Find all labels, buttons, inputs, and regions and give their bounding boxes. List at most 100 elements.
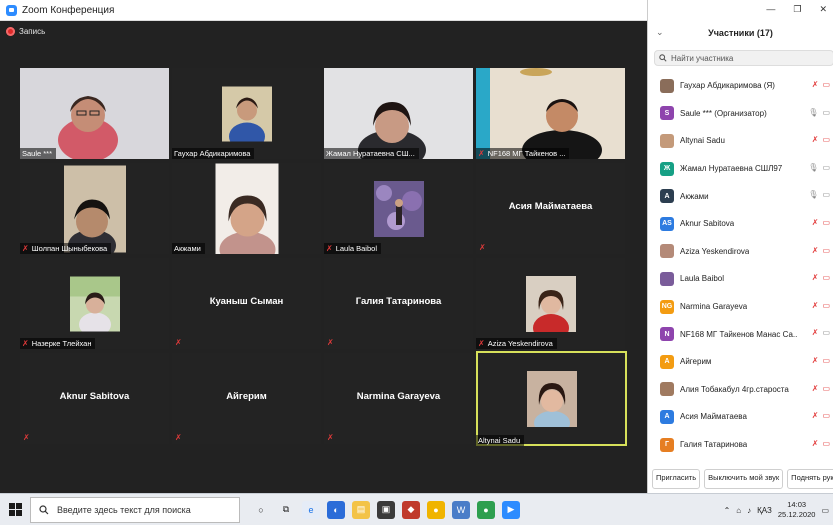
participant-row[interactable]: Г Галия Татаринова ✗ ▭ bbox=[648, 431, 833, 459]
video-off-icon[interactable]: ▭ bbox=[822, 411, 830, 420]
mic-muted-icon[interactable]: ✗ bbox=[812, 411, 819, 420]
close-icon[interactable]: ✕ bbox=[819, 4, 827, 15]
start-button[interactable] bbox=[0, 494, 30, 525]
maximize-icon[interactable]: ❐ bbox=[793, 4, 801, 15]
participant-row[interactable]: Гаухар Абдикаримова (Я) ✗ ▭ bbox=[648, 72, 833, 100]
mic-muted-icon[interactable]: ✗ bbox=[812, 273, 819, 282]
video-tile[interactable]: ✗ Aziza Yeskendirova bbox=[476, 258, 625, 349]
mic-muted-icon[interactable]: ✗ bbox=[812, 439, 819, 448]
raise-hand-button[interactable]: Поднять руку bbox=[787, 469, 833, 489]
mic-icon[interactable]: 🎙 bbox=[808, 108, 818, 117]
store-icon[interactable]: ▣ bbox=[377, 500, 395, 519]
video-tile[interactable]: ✗ Laula Baibol bbox=[324, 163, 473, 254]
video-off-icon[interactable]: ▭ bbox=[822, 218, 830, 227]
video-tile[interactable]: Жамал Нуратаевна СШ... bbox=[324, 68, 473, 159]
video-tile[interactable]: Айгерим ✗ bbox=[172, 353, 321, 444]
video-off-icon[interactable]: ▭ bbox=[822, 246, 830, 255]
video-gallery: Запись Saule *** Гаухар Абдикаримова Жам… bbox=[0, 21, 647, 493]
network-icon[interactable]: ⌂ bbox=[736, 506, 741, 515]
participant-avatar: A bbox=[660, 409, 674, 424]
participant-row[interactable]: A Акжами 🎙 ▭ bbox=[648, 182, 833, 210]
mic-muted-icon[interactable]: ✗ bbox=[812, 328, 819, 337]
video-tile[interactable]: Галия Татаринова ✗ bbox=[324, 258, 473, 349]
video-off-icon[interactable]: ▭ bbox=[822, 80, 830, 89]
invite-button[interactable]: Пригласить bbox=[652, 469, 701, 489]
video-off-icon[interactable]: ▭ bbox=[822, 135, 830, 144]
video-tile[interactable]: ✗ NF168 МГ Тайкенов ... bbox=[476, 68, 625, 159]
participant-avatar: S bbox=[660, 106, 674, 121]
mic-muted-icon[interactable]: ✗ bbox=[812, 301, 819, 310]
participants-title: Участники (17) bbox=[708, 28, 773, 38]
participant-row[interactable]: Altynai Sadu ✗ ▭ bbox=[648, 127, 833, 155]
edge-chromium-icon[interactable]: ◐ bbox=[327, 500, 345, 519]
mic-muted-icon[interactable]: ✗ bbox=[812, 356, 819, 365]
zoom-taskbar-icon[interactable]: ▶ bbox=[502, 500, 520, 519]
mic-muted-icon[interactable]: ✗ bbox=[812, 384, 819, 393]
participant-row[interactable]: Aziza Yeskendirova ✗ ▭ bbox=[648, 238, 833, 266]
participant-avatar: N bbox=[660, 327, 674, 342]
minimize-icon[interactable]: — bbox=[766, 4, 775, 15]
participant-row[interactable]: AS Aknur Sabitova ✗ ▭ bbox=[648, 210, 833, 238]
cortana-icon[interactable]: ○ bbox=[252, 501, 270, 519]
video-tile-active-speaker[interactable]: Altynai Sadu bbox=[476, 351, 627, 446]
participant-row[interactable]: Ж Жамал Нуратаевна СШЛ97 🎙 ▭ bbox=[648, 155, 833, 183]
participant-row[interactable]: N NF168 МГ Тайкенов Манас Са... ✗ ▭ bbox=[648, 320, 833, 348]
volume-icon[interactable]: ♪ bbox=[747, 506, 751, 515]
mic-muted-icon[interactable]: ✗ bbox=[812, 80, 819, 89]
video-off-icon[interactable]: ▭ bbox=[822, 301, 830, 310]
participant-status-icons: ✗ ▭ bbox=[812, 273, 830, 282]
mute-me-button[interactable]: Выключить мой звук bbox=[704, 469, 784, 489]
mic-icon[interactable]: 🎙 bbox=[808, 190, 818, 199]
participant-status-icons: 🎙 ▭ bbox=[808, 108, 830, 117]
video-off-icon[interactable]: ▭ bbox=[822, 273, 830, 282]
participant-name: NF168 МГ Тайкенов Манас Са... bbox=[680, 329, 798, 339]
chrome-canary-icon[interactable]: ● bbox=[427, 500, 445, 519]
video-camera-icon[interactable]: ▭ bbox=[822, 163, 830, 172]
participant-row[interactable]: S Saule *** (Организатор) 🎙 ▭ bbox=[648, 100, 833, 128]
taskbar-search-input[interactable]: Введите здесь текст для поиска bbox=[30, 496, 240, 523]
edge-icon[interactable]: e bbox=[302, 500, 320, 519]
video-tile[interactable]: Асия Майматаева ✗ bbox=[476, 163, 625, 254]
video-tile[interactable]: Narmina Garayeva ✗ bbox=[324, 353, 473, 444]
video-tile[interactable]: Гаухар Абдикаримова bbox=[172, 68, 321, 159]
window-title: Zoom Конференция bbox=[22, 4, 115, 16]
app-icon[interactable]: ◆ bbox=[402, 500, 420, 519]
mic-muted-icon[interactable]: ✗ bbox=[812, 246, 819, 255]
video-tile[interactable]: Акжами bbox=[172, 163, 321, 254]
mic-icon[interactable]: 🎙 bbox=[808, 163, 818, 172]
zoom-logo-icon bbox=[6, 4, 17, 16]
mic-muted-icon: ✗ bbox=[326, 244, 333, 253]
file-explorer-icon[interactable]: ▤ bbox=[352, 500, 370, 519]
participant-row[interactable]: Laula Baibol ✗ ▭ bbox=[648, 265, 833, 293]
video-off-icon[interactable]: ▭ bbox=[822, 439, 830, 448]
search-icon bbox=[659, 54, 667, 62]
video-camera-icon[interactable]: ▭ bbox=[822, 108, 830, 117]
video-tile[interactable]: Куаныш Сыман ✗ bbox=[172, 258, 321, 349]
participant-row[interactable]: Алия Тобакабул 4гр.староста ✗ ▭ bbox=[648, 376, 833, 404]
language-indicator[interactable]: ҚАЗ bbox=[757, 506, 772, 515]
participant-status-icons: ✗ ▭ bbox=[812, 135, 830, 144]
chrome-icon[interactable]: ● bbox=[477, 500, 495, 519]
mic-muted-icon[interactable]: ✗ bbox=[812, 135, 819, 144]
video-tile[interactable]: Aknur Sabitova ✗ bbox=[20, 353, 169, 444]
notifications-icon[interactable]: ▭ bbox=[821, 506, 829, 515]
video-off-icon[interactable]: ▭ bbox=[822, 384, 830, 393]
video-camera-icon[interactable]: ▭ bbox=[822, 328, 830, 337]
recording-indicator[interactable]: Запись bbox=[6, 27, 45, 36]
participant-row[interactable]: NG Narmina Garayeva ✗ ▭ bbox=[648, 293, 833, 321]
video-tile[interactable]: Saule *** bbox=[20, 68, 169, 159]
video-tile[interactable]: ✗ Шолпан Шыныбекова bbox=[20, 163, 169, 254]
mic-muted-icon[interactable]: ✗ bbox=[812, 218, 819, 227]
video-tile[interactable]: ✗ Назерке Тлейхан bbox=[20, 258, 169, 349]
word-icon[interactable]: W bbox=[452, 500, 470, 519]
clock[interactable]: 14:03 25.12.2020 bbox=[778, 500, 816, 520]
participant-search-input[interactable]: Найти участника bbox=[654, 50, 833, 66]
tray-chevron-icon[interactable]: ⌃ bbox=[724, 506, 731, 515]
video-off-icon[interactable]: ▭ bbox=[822, 356, 830, 365]
participant-row[interactable]: A Асия Майматаева ✗ ▭ bbox=[648, 403, 833, 431]
task-view-icon[interactable]: ⧉ bbox=[277, 501, 295, 519]
video-camera-icon[interactable]: ▭ bbox=[822, 190, 830, 199]
tile-display-name: Асия Майматаева bbox=[508, 201, 593, 212]
tile-name: Saule *** bbox=[20, 148, 57, 159]
participant-row[interactable]: A Айгерим ✗ ▭ bbox=[648, 348, 833, 376]
